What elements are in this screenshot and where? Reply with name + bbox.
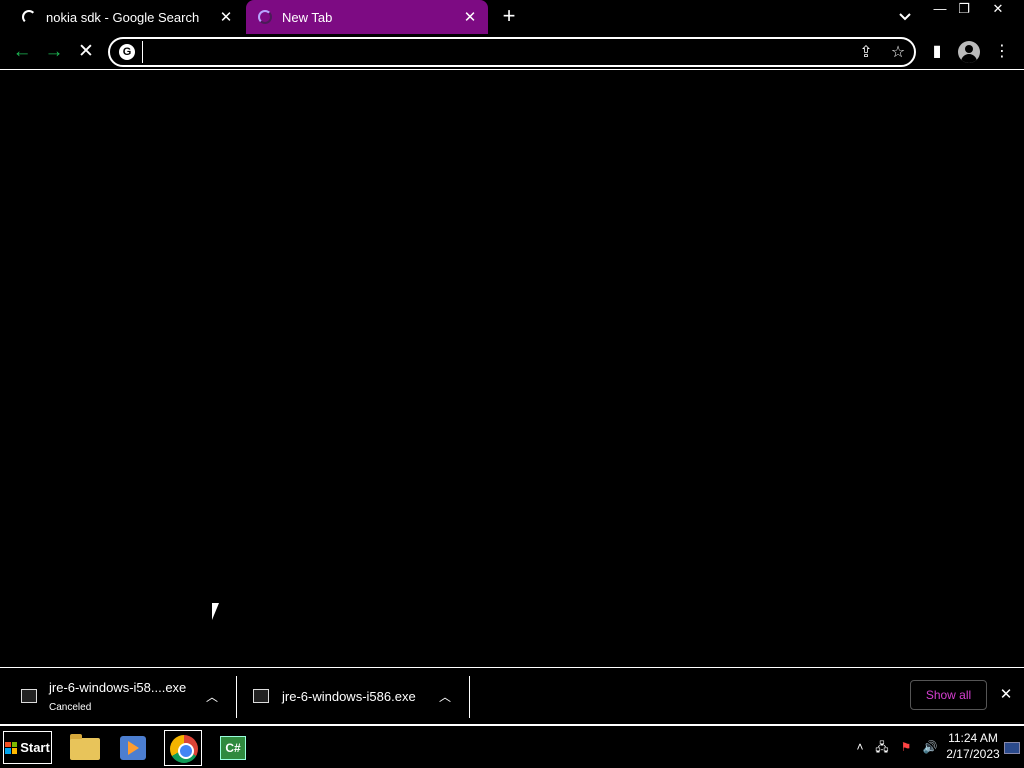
download-filename: jre-6-windows-i586.exe bbox=[282, 689, 416, 704]
loading-spinner-icon bbox=[22, 10, 36, 24]
clock-date: 2/17/2023 bbox=[946, 747, 1000, 761]
action-center-flag-icon[interactable]: ⚑ bbox=[896, 726, 916, 768]
browser-toolbar: ← → ✕ G ⇪ ☆ ▮ ⋮ bbox=[0, 34, 1024, 70]
volume-icon[interactable]: 🔊 bbox=[920, 726, 940, 768]
start-button[interactable]: Start bbox=[3, 731, 52, 764]
windows-taskbar: Start C# ˄ 🖧 ⚑ 🔊 11:24 AM 2/17/2023 bbox=[0, 724, 1024, 768]
divider bbox=[469, 676, 470, 718]
system-clock[interactable]: 11:24 AM 2/17/2023 bbox=[944, 730, 1002, 762]
taskbar-chrome[interactable] bbox=[164, 730, 202, 766]
more-menu-icon[interactable]: ⋮ bbox=[992, 42, 1012, 62]
bookmark-star-icon[interactable]: ☆ bbox=[888, 43, 908, 63]
download-status: Canceled bbox=[49, 702, 92, 713]
chevron-up-icon[interactable]: ︿ bbox=[206, 688, 218, 705]
start-label: Start bbox=[20, 740, 50, 755]
show-desktop-icon[interactable] bbox=[1004, 742, 1020, 754]
tab-new-tab[interactable]: New Tab ✕ bbox=[246, 0, 488, 34]
profile-avatar-icon[interactable] bbox=[958, 41, 980, 63]
file-icon bbox=[21, 689, 37, 703]
download-item[interactable]: jre-6-windows-i58....exe Canceled ︿ bbox=[0, 668, 236, 725]
close-tab-icon[interactable]: ✕ bbox=[216, 8, 236, 26]
tab-title: nokia sdk - Google Search bbox=[46, 9, 200, 25]
java-file-icon bbox=[253, 689, 269, 703]
download-shelf: jre-6-windows-i58....exe Canceled ︿ jre-… bbox=[0, 667, 1024, 724]
tab-google-search[interactable]: nokia sdk - Google Search ✕ bbox=[8, 0, 244, 34]
taskbar-media-player[interactable] bbox=[114, 730, 152, 766]
address-input[interactable] bbox=[142, 41, 842, 63]
close-shelf-icon[interactable]: ✕ bbox=[998, 687, 1014, 703]
google-g-icon: G bbox=[119, 44, 135, 60]
chevron-up-icon[interactable]: ︿ bbox=[439, 688, 451, 705]
stop-loading-icon[interactable]: ✕ bbox=[74, 40, 98, 64]
window-close-icon[interactable]: ✕ bbox=[986, 0, 1010, 18]
network-icon[interactable]: 🖧 bbox=[872, 726, 892, 768]
share-icon[interactable]: ⇪ bbox=[856, 43, 876, 63]
folder-icon bbox=[70, 734, 100, 760]
back-arrow-icon[interactable]: ← bbox=[10, 40, 34, 64]
download-item[interactable]: jre-6-windows-i586.exe ︿ bbox=[237, 668, 469, 725]
restore-icon[interactable]: ❐ bbox=[952, 0, 976, 18]
taskbar-csharp[interactable]: C# bbox=[214, 730, 252, 766]
page-content-blank bbox=[0, 71, 1024, 667]
forward-arrow-icon[interactable]: → bbox=[42, 40, 66, 64]
tab-strip: nokia sdk - Google Search ✕ New Tab ✕ + … bbox=[0, 0, 1024, 34]
mouse-pointer-icon bbox=[212, 603, 224, 620]
tab-title: New Tab bbox=[282, 9, 333, 25]
media-player-icon bbox=[120, 736, 146, 760]
show-all-downloads-button[interactable]: Show all bbox=[910, 680, 987, 710]
tab-search-chevron-icon[interactable] bbox=[896, 8, 914, 26]
side-panel-icon[interactable]: ▮ bbox=[927, 42, 947, 62]
csharp-icon: C# bbox=[220, 736, 246, 760]
address-bar[interactable]: G ⇪ ☆ bbox=[108, 37, 916, 67]
close-tab-icon[interactable]: ✕ bbox=[460, 8, 480, 26]
taskbar-explorer[interactable] bbox=[66, 730, 104, 766]
windows-logo-icon bbox=[5, 741, 18, 754]
loading-spinner-icon bbox=[258, 10, 272, 24]
show-hidden-icons-chevron-icon[interactable]: ˄ bbox=[850, 726, 870, 768]
new-tab-plus-icon[interactable]: + bbox=[498, 5, 520, 27]
chrome-icon bbox=[170, 735, 198, 763]
clock-time: 11:24 AM bbox=[948, 731, 998, 745]
download-filename: jre-6-windows-i58....exe bbox=[49, 680, 187, 695]
minimize-icon[interactable]: — bbox=[928, 0, 952, 18]
